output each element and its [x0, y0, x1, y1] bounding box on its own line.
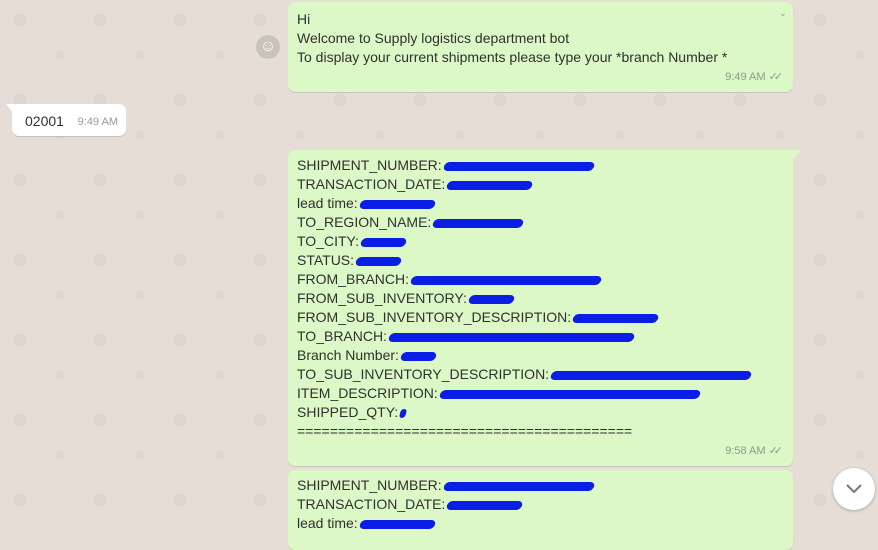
field-label: TO_CITY:	[297, 233, 359, 249]
field-to-city: TO_CITY:	[297, 232, 784, 251]
bubble-tail	[793, 150, 801, 160]
message-meta: 9:49 AM ✓✓	[725, 68, 783, 87]
double-check-icon: ✓✓	[768, 71, 784, 83]
message-time: 9:58 AM	[725, 445, 766, 457]
field-label: TRANSACTION_DATE:	[297, 496, 446, 512]
message-line: Welcome to Supply logistics department b…	[297, 30, 570, 46]
field-transaction-date: TRANSACTION_DATE:	[297, 175, 784, 194]
message-meta: 9:58 AM ✓✓	[725, 442, 783, 461]
field-label: STATUS:	[297, 252, 355, 268]
redaction-mark	[446, 500, 524, 510]
redaction-mark	[399, 351, 438, 361]
redaction-mark	[467, 294, 516, 304]
field-label: SHIPPED_QTY:	[297, 404, 399, 420]
message-meta: 9:49 AM	[78, 113, 118, 132]
message-bubble-welcome[interactable]: ⌄ Hi Welcome to Supply logistics departm…	[288, 2, 793, 92]
field-lead-time: lead time:	[297, 194, 784, 213]
field-label: FROM_BRANCH:	[297, 271, 410, 287]
smiley-icon[interactable]: ☺	[256, 35, 280, 59]
field-label: SHIPMENT_NUMBER:	[297, 477, 442, 493]
field-label: TO_REGION_NAME:	[297, 214, 432, 230]
redaction-mark	[409, 275, 603, 285]
redaction-mark	[442, 161, 595, 171]
field-status: STATUS:	[297, 251, 784, 270]
field-to-sub-inventory-description: TO_SUB_INVENTORY_DESCRIPTION:	[297, 365, 784, 384]
message-text: 02001	[25, 113, 64, 129]
field-label: Branch Number:	[297, 347, 399, 363]
message-bubble-shipment-2[interactable]: SHIPMENT_NUMBER: TRANSACTION_DATE: lead …	[288, 470, 793, 550]
redaction-mark	[446, 180, 534, 190]
redaction-mark	[432, 218, 525, 228]
field-label: SHIPMENT_NUMBER:	[297, 157, 442, 173]
field-label: lead time:	[297, 195, 358, 211]
field-from-branch: FROM_BRANCH:	[297, 270, 784, 289]
field-lead-time: lead time:	[297, 514, 784, 533]
redaction-mark	[358, 519, 436, 529]
redaction-mark	[549, 370, 753, 380]
field-label: ITEM_DESCRIPTION:	[297, 385, 438, 401]
redaction-mark	[359, 237, 408, 247]
field-label: TO_SUB_INVENTORY_DESCRIPTION:	[297, 366, 550, 382]
field-label: TRANSACTION_DATE:	[297, 176, 446, 192]
field-from-sub-inventory-description: FROM_SUB_INVENTORY_DESCRIPTION:	[297, 308, 784, 327]
field-shipment-number: SHIPMENT_NUMBER:	[297, 476, 784, 495]
message-time: 9:49 AM	[77, 116, 118, 128]
field-shipped-qty: SHIPPED_QTY:	[297, 403, 784, 422]
message-line: To display your current shipments please…	[297, 49, 728, 65]
double-check-icon: ✓✓	[768, 445, 784, 457]
field-from-sub-inventory: FROM_SUB_INVENTORY:	[297, 289, 784, 308]
separator-line: ========================================…	[297, 423, 633, 439]
redaction-mark	[387, 332, 636, 342]
chevron-down-icon[interactable]: ⌄	[779, 4, 787, 23]
message-time: 9:49 AM	[725, 71, 766, 83]
field-label: lead time:	[297, 515, 358, 531]
field-item-description: ITEM_DESCRIPTION:	[297, 384, 784, 403]
field-label: FROM_SUB_INVENTORY_DESCRIPTION:	[297, 309, 572, 325]
redaction-mark	[442, 481, 595, 491]
field-to-branch: TO_BRANCH:	[297, 327, 784, 346]
redaction-mark	[358, 199, 436, 209]
redaction-mark	[354, 256, 403, 266]
chevron-down-icon	[846, 484, 862, 494]
field-label: TO_BRANCH:	[297, 328, 387, 344]
field-shipment-number: SHIPMENT_NUMBER:	[297, 156, 784, 175]
message-bubble-branch-number[interactable]: 02001 9:49 AM	[12, 104, 126, 136]
scroll-down-button[interactable]	[833, 468, 875, 510]
message-line: Hi	[297, 11, 311, 27]
field-to-region-name: TO_REGION_NAME:	[297, 213, 784, 232]
redaction-mark	[438, 389, 702, 399]
field-label: FROM_SUB_INVENTORY:	[297, 290, 467, 306]
field-transaction-date: TRANSACTION_DATE:	[297, 495, 784, 514]
redaction-mark	[398, 408, 408, 418]
redaction-mark	[571, 313, 660, 323]
field-branch-number: Branch Number:	[297, 346, 784, 365]
message-bubble-shipment[interactable]: SHIPMENT_NUMBER: TRANSACTION_DATE: lead …	[288, 150, 793, 466]
